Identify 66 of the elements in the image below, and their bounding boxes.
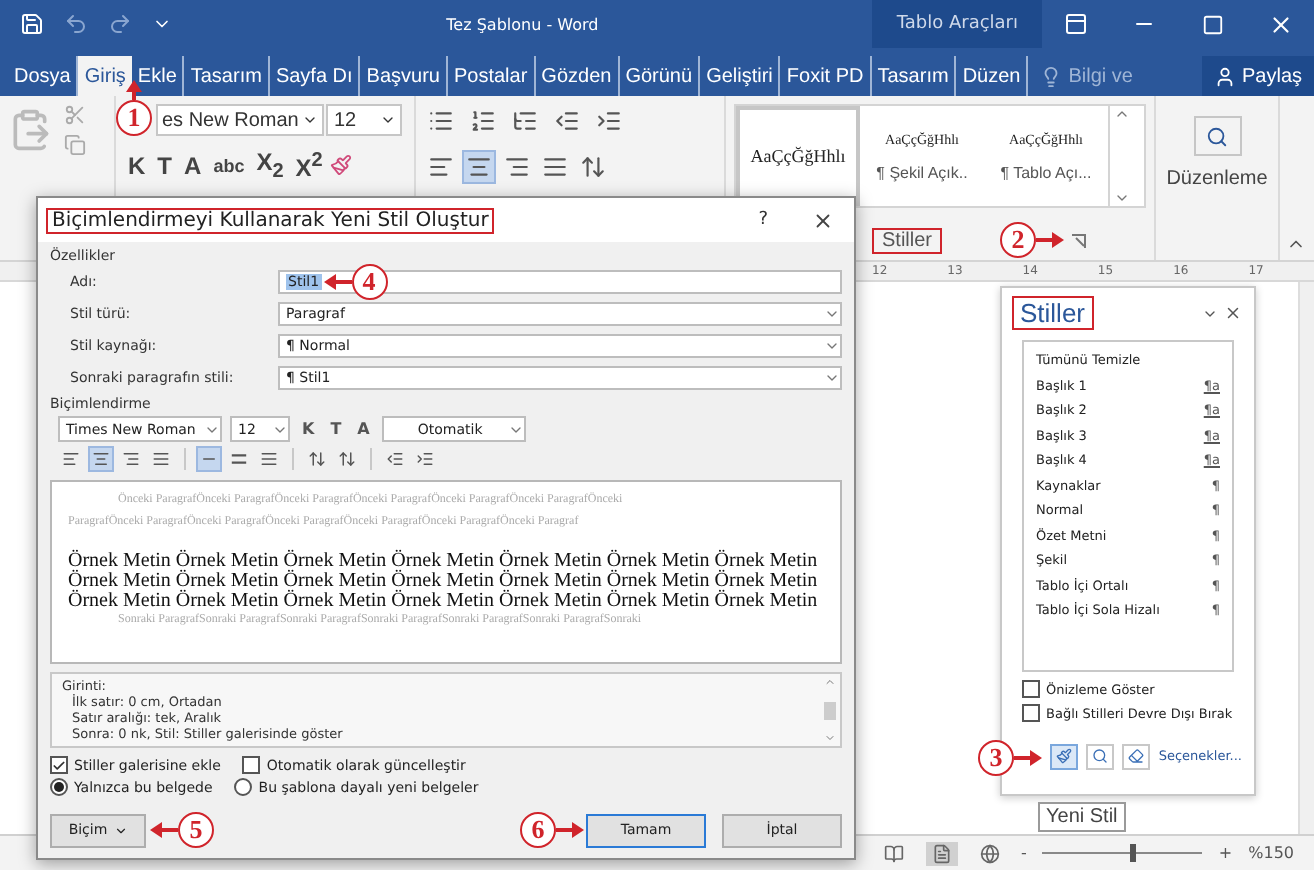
- search-icon: [1092, 748, 1108, 764]
- redo-icon[interactable]: [108, 12, 132, 36]
- close-icon[interactable]: [1224, 304, 1242, 322]
- vertical-scrollbar[interactable]: [1298, 282, 1314, 834]
- caret-icon: [824, 732, 836, 744]
- pointer-arrow: [556, 822, 584, 838]
- pointer-arrow: [126, 80, 142, 100]
- share-button[interactable]: Paylaş: [1201, 56, 1314, 96]
- sample-text: Örnek Metin Örnek Metin Örnek Metin Örnek Metin Örnek Metin Örnek Metin Örnek Metin: [68, 592, 820, 612]
- zoom-out-button[interactable]: -: [1021, 844, 1027, 862]
- font-name-field[interactable]: es New Roman: [156, 104, 324, 136]
- step-number: 2: [1000, 222, 1037, 258]
- pointer-arrow: [1014, 750, 1042, 766]
- format-button[interactable]: abc: [209, 155, 249, 176]
- lightbulb-icon: [1040, 65, 1063, 87]
- step-number: 3: [978, 740, 1014, 776]
- align-center-icon[interactable]: [88, 446, 114, 472]
- search-icon: [1206, 125, 1228, 147]
- caret-icon: [302, 112, 318, 128]
- ribbon-tab[interactable]: Giriş: [78, 56, 132, 96]
- pointer-arrow: [1036, 232, 1065, 248]
- caret-icon: [380, 112, 396, 128]
- scrollbar[interactable]: [820, 674, 840, 746]
- zoom-thumb[interactable]: [1130, 844, 1137, 862]
- caret-icon: [113, 823, 128, 837]
- close-icon[interactable]: [812, 209, 834, 231]
- format-button[interactable]: A: [353, 420, 374, 438]
- editing-button[interactable]: Düzenleme: [1164, 104, 1270, 202]
- step-number: 5: [178, 812, 214, 848]
- tooltip: Yeni Stil: [1038, 802, 1126, 832]
- format-button[interactable]: X$_{2}$: [252, 148, 288, 183]
- undo-icon[interactable]: [64, 12, 88, 36]
- group-label: Stiller: [874, 229, 941, 251]
- caret-up-icon: [824, 676, 836, 688]
- paste-icon: [8, 108, 52, 152]
- format-button[interactable]: T: [326, 420, 346, 438]
- window-title: Tez Şablonu - Word: [444, 15, 601, 33]
- format-button[interactable]: T: [153, 151, 177, 180]
- font-size-field[interactable]: 12: [326, 104, 402, 136]
- zoom-in-button[interactable]: +: [1218, 844, 1233, 862]
- print-view-icon[interactable]: [925, 841, 958, 865]
- pane-title: Stiller: [1014, 298, 1092, 328]
- zoom-level: %150: [1248, 844, 1294, 862]
- format-button[interactable]: X$^{2}$: [291, 149, 327, 182]
- step-number: 6: [520, 812, 556, 848]
- checkmark-icon: [52, 757, 66, 773]
- line-spacing-icon[interactable]: [196, 446, 222, 472]
- sample-text: Örnek Metin Örnek Metin Örnek Metin Örnek Metin Örnek Metin Örnek Metin Örnek Metin: [68, 552, 820, 572]
- step-number: 1: [116, 100, 152, 136]
- dialog-title: Biçimlendirmeyi Kullanarak Yeni Stil Oluştur: [48, 209, 493, 231]
- format-button[interactable]: K: [298, 420, 319, 438]
- dialog-launcher-icon[interactable]: [1072, 233, 1087, 247]
- format-button[interactable]: A: [180, 151, 206, 180]
- pointer-arrow: [150, 822, 178, 838]
- caret-icon: [1113, 190, 1129, 206]
- format-button[interactable]: K: [124, 151, 150, 180]
- person-icon: [1213, 65, 1236, 87]
- context-tab-label: Tablo Araçları: [872, 0, 1042, 48]
- align-center-icon[interactable]: [462, 150, 496, 184]
- help-button[interactable]: ?: [758, 210, 768, 230]
- step-number: 4: [351, 264, 388, 300]
- save-icon[interactable]: [20, 12, 44, 36]
- scroll-thumb[interactable]: [824, 701, 836, 719]
- caret-up-icon: [1113, 106, 1129, 122]
- pointer-arrow: [323, 274, 352, 290]
- sample-text: Örnek Metin Örnek Metin Örnek Metin Örnek Metin Örnek Metin Örnek Metin Örnek Metin: [68, 572, 820, 592]
